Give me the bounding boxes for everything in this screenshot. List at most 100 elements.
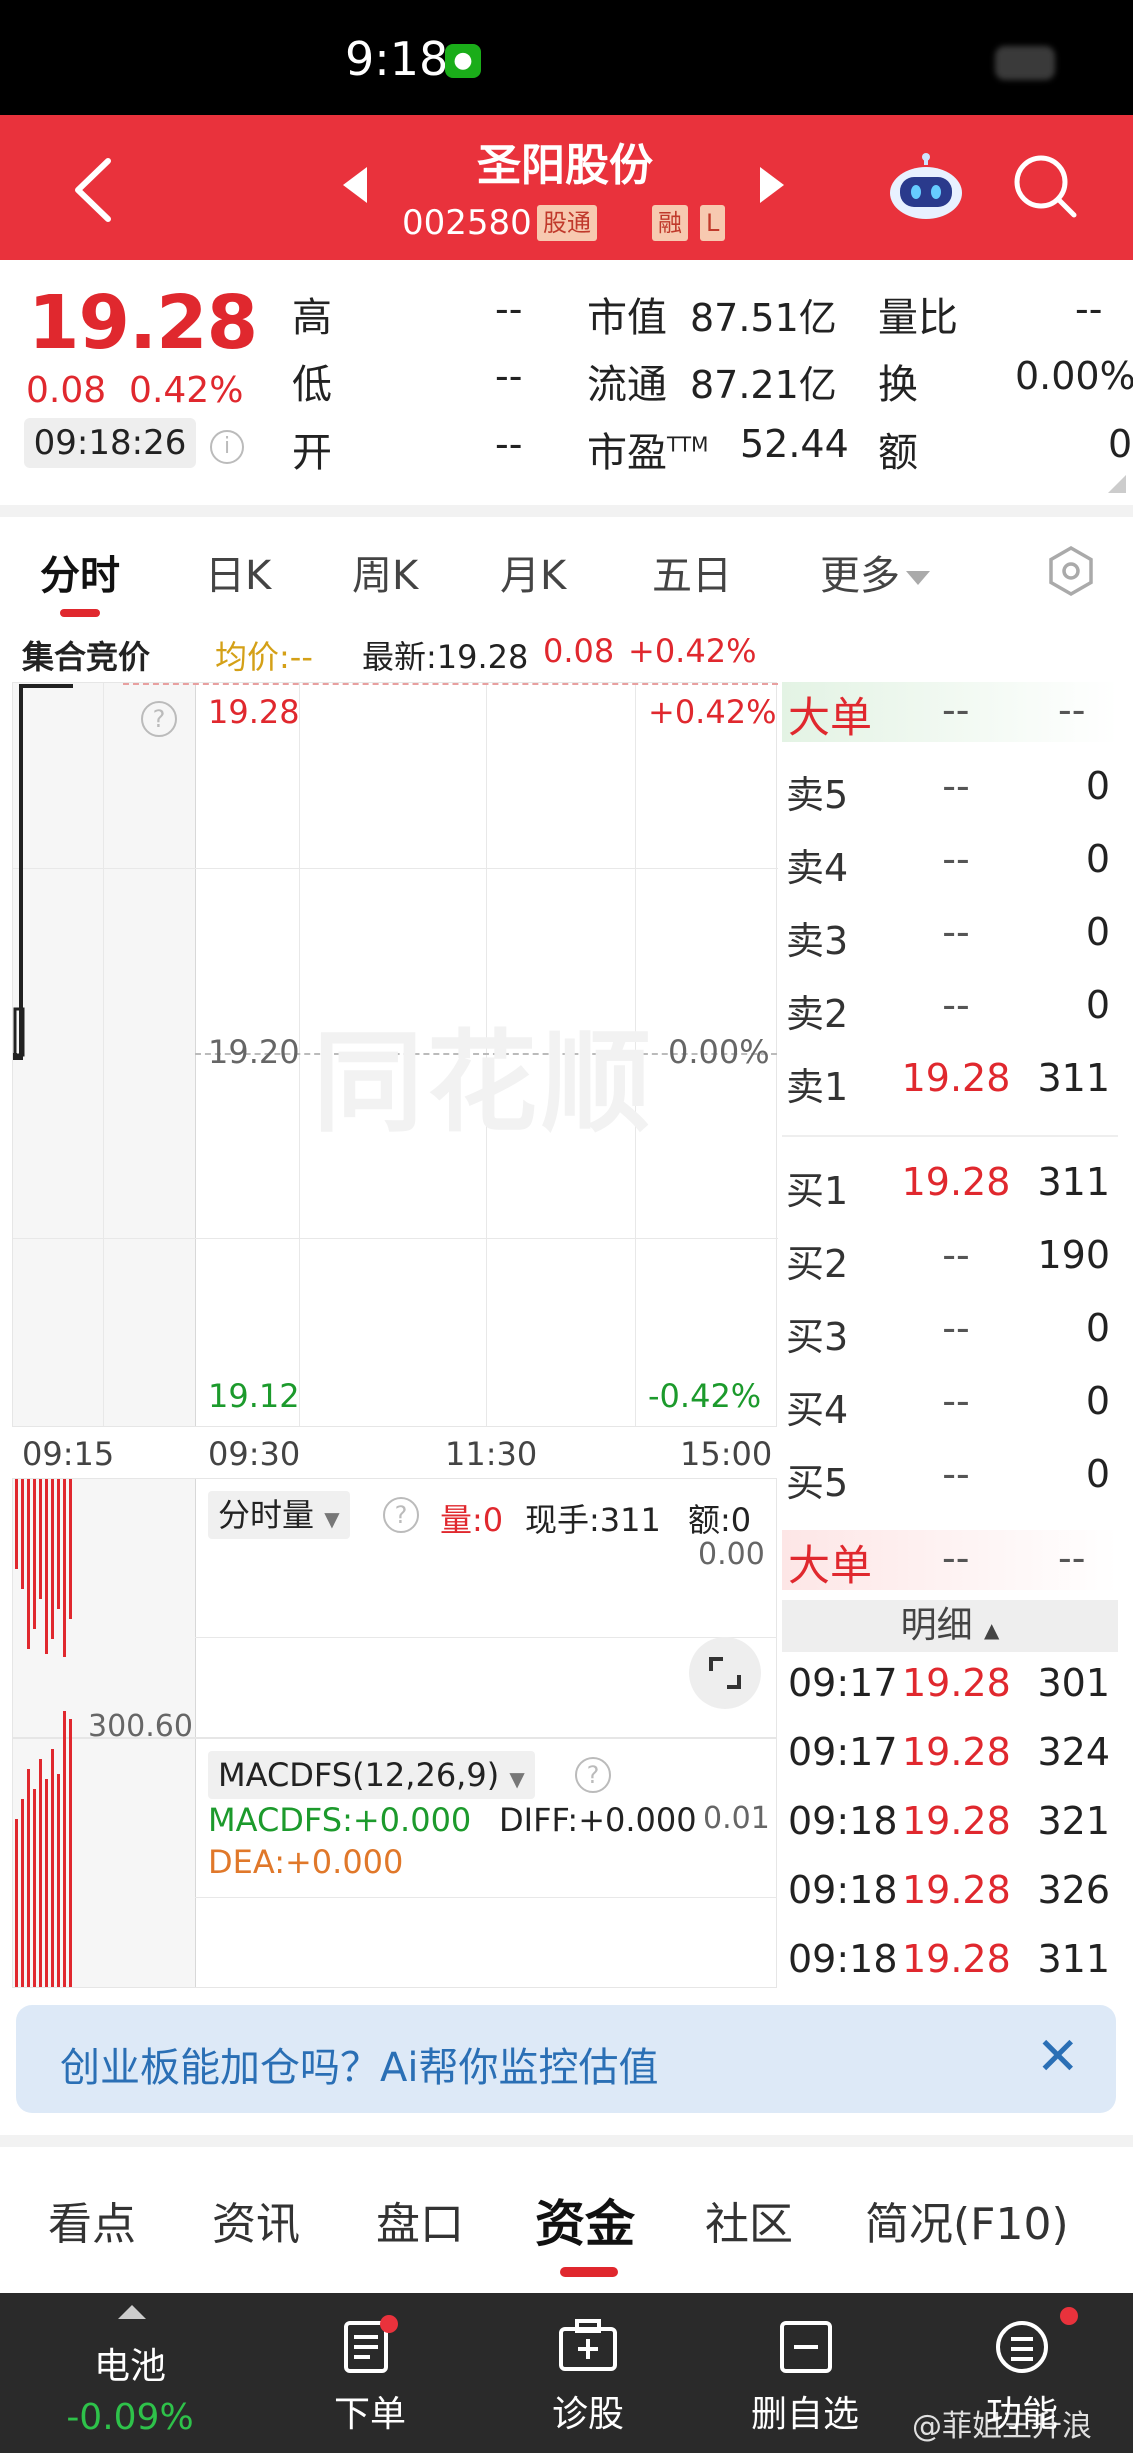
bid-row[interactable]: 买3 -- 0 (786, 1294, 1116, 1366)
auction-mode: 集合竞价 (22, 638, 151, 676)
level-volume: 0 (1085, 764, 1110, 808)
detail-header[interactable]: 明细 ▲ (782, 1600, 1118, 1652)
level-price: -- (942, 1379, 970, 1423)
field-label-turnover: 换 (878, 362, 918, 408)
bid-row[interactable]: 买5 -- 0 (786, 1440, 1116, 1512)
tick-row: 09:18 19.28 311 (786, 1929, 1116, 1995)
help-icon[interactable]: ? (141, 701, 177, 737)
help-icon[interactable]: ? (575, 1757, 611, 1793)
macd-left-axis: 300.60 (88, 1709, 193, 1744)
level-volume: 311 (1037, 1056, 1110, 1100)
level-label: 买2 (786, 1242, 849, 1286)
fullscreen-icon[interactable] (689, 1637, 761, 1709)
level-price: 19.28 (901, 1056, 1011, 1100)
expand-up-icon[interactable] (118, 2305, 146, 2319)
field-label-mktcap: 市值 (587, 295, 667, 341)
tab-weekly-k[interactable]: 周K (352, 543, 418, 601)
active-tab-indicator (60, 609, 100, 617)
tab-daily-k[interactable]: 日K (205, 543, 271, 601)
bid-row[interactable]: 买2 -- 190 (786, 1221, 1116, 1293)
chevron-down-icon: ▼ (324, 1507, 340, 1531)
level-price: -- (942, 1233, 970, 1277)
wechat-icon: ● (445, 44, 481, 78)
quote-time: 09:18:26 (24, 418, 196, 468)
dadan-top-row[interactable]: 大单 -- -- (782, 682, 1118, 742)
ask-row[interactable]: 卖5 -- 0 (786, 752, 1116, 824)
stock-code: 002580 (402, 203, 532, 243)
bid-row[interactable]: 买4 -- 0 (786, 1367, 1116, 1439)
bottom-action-bar: 电池 -0.09% 下单 诊股 删自选 功能 @菲姐王升浪 (0, 2293, 1133, 2453)
expand-corner-icon[interactable] (1108, 475, 1126, 493)
remove-watchlist-label[interactable]: 删自选 (735, 2385, 875, 2437)
axis-mid-price: 19.20 (208, 1033, 300, 1071)
tick-volume: 324 (1037, 1730, 1110, 1774)
volume-right-axis: 0.00 (698, 1537, 765, 1572)
dadan-bottom-row[interactable]: 大单 -- -- (782, 1530, 1118, 1590)
level-price: -- (942, 764, 970, 808)
tab-highlights[interactable]: 看点 (48, 2188, 136, 2252)
remove-watchlist-icon[interactable] (778, 2319, 834, 2375)
level-label: 卖3 (786, 919, 849, 963)
current-price: 19.28 (28, 280, 258, 366)
tab-more[interactable]: 更多 (820, 543, 930, 601)
axis-bottom-pct: -0.42% (648, 1377, 762, 1415)
tab-news[interactable]: 资讯 (212, 2188, 300, 2252)
prev-stock-icon[interactable] (343, 167, 367, 203)
ask-row[interactable]: 卖1 19.28 311 (786, 1044, 1116, 1116)
info-icon[interactable]: i (210, 430, 244, 464)
macd-selector[interactable]: MACDFS(12,26,9) ▼ (208, 1751, 535, 1799)
ai-banner[interactable]: 创业板能加仓吗？Ai帮你监控估值 ✕ (16, 2005, 1116, 2113)
tab-five-day[interactable]: 五日 (652, 543, 732, 601)
status-bar: 9:18 ● (0, 0, 1133, 115)
close-icon[interactable]: ✕ (1036, 2027, 1080, 2087)
volume-bars (15, 1479, 75, 1659)
battery-sector-label[interactable]: 电池 (60, 2337, 200, 2389)
tick-row: 09:17 19.28 324 (786, 1722, 1116, 1788)
diagnose-icon[interactable] (557, 2319, 617, 2375)
level-label: 卖1 (786, 1065, 849, 1109)
diagnose-label[interactable]: 诊股 (518, 2385, 658, 2437)
watermark-logo: 同花顺 (313, 1019, 655, 1147)
level-volume: 0 (1085, 1379, 1110, 1423)
level-price: -- (942, 1452, 970, 1496)
latest-pct: +0.42% (628, 632, 757, 670)
next-stock-icon[interactable] (760, 167, 784, 203)
tab-intraday[interactable]: 分时 (40, 543, 120, 601)
macd-panel[interactable]: 300.60 MACDFS(12,26,9) ▼ ? MACDFS:+0.000… (12, 1709, 777, 1988)
tab-f10[interactable]: 简况(F10) (865, 2188, 1069, 2252)
tab-community[interactable]: 社区 (705, 2188, 793, 2252)
status-time: 9:18 (345, 32, 449, 86)
field-value-float: 87.21亿 (690, 363, 837, 407)
time-label-0930: 09:30 (208, 1435, 301, 1473)
volume-selector[interactable]: 分时量 ▼ (208, 1491, 350, 1539)
volume-panel[interactable]: 分时量 ▼ ? 量:0 现手:311 额:0 0.00 (12, 1478, 777, 1738)
tick-volume: 326 (1037, 1868, 1110, 1912)
back-icon[interactable] (68, 155, 118, 230)
tag-stock-connect: 股通 (537, 205, 597, 241)
intraday-chart[interactable]: 同花顺 ? 19.28 +0.42% 19.20 0.00% 19.12 -0.… (12, 682, 778, 1427)
menu-icon[interactable] (994, 2319, 1050, 2375)
level-volume: 0 (1085, 910, 1110, 954)
banner-text: 创业板能加仓吗？Ai帮你监控估值 (60, 2045, 659, 2091)
tab-order-book[interactable]: 盘口 (376, 2188, 464, 2252)
bid-row[interactable]: 买1 19.28 311 (786, 1148, 1116, 1220)
ai-robot-icon[interactable] (886, 153, 966, 223)
tab-monthly-k[interactable]: 月K (500, 543, 566, 601)
volume-value: 量:0 (440, 1501, 504, 1539)
search-icon[interactable] (1010, 151, 1080, 221)
field-label-open: 开 (292, 430, 332, 476)
ask-row[interactable]: 卖2 -- 0 (786, 971, 1116, 1043)
order-label[interactable]: 下单 (300, 2385, 440, 2437)
level-volume: 190 (1037, 1233, 1110, 1277)
tick-row: 09:18 19.28 326 (786, 1860, 1116, 1926)
ask-row[interactable]: 卖3 -- 0 (786, 898, 1116, 970)
ask-row[interactable]: 卖4 -- 0 (786, 825, 1116, 897)
axis-bottom-price: 19.12 (208, 1377, 300, 1415)
level-volume: 311 (1037, 1160, 1110, 1204)
level-label: 卖5 (786, 773, 849, 817)
settings-hex-icon[interactable] (1045, 545, 1097, 597)
stock-name: 圣阳股份 (477, 140, 653, 191)
help-icon[interactable]: ? (383, 1497, 419, 1533)
tab-capital[interactable]: 资金 (535, 2184, 635, 2256)
tick-price: 19.28 (902, 1730, 1011, 1774)
